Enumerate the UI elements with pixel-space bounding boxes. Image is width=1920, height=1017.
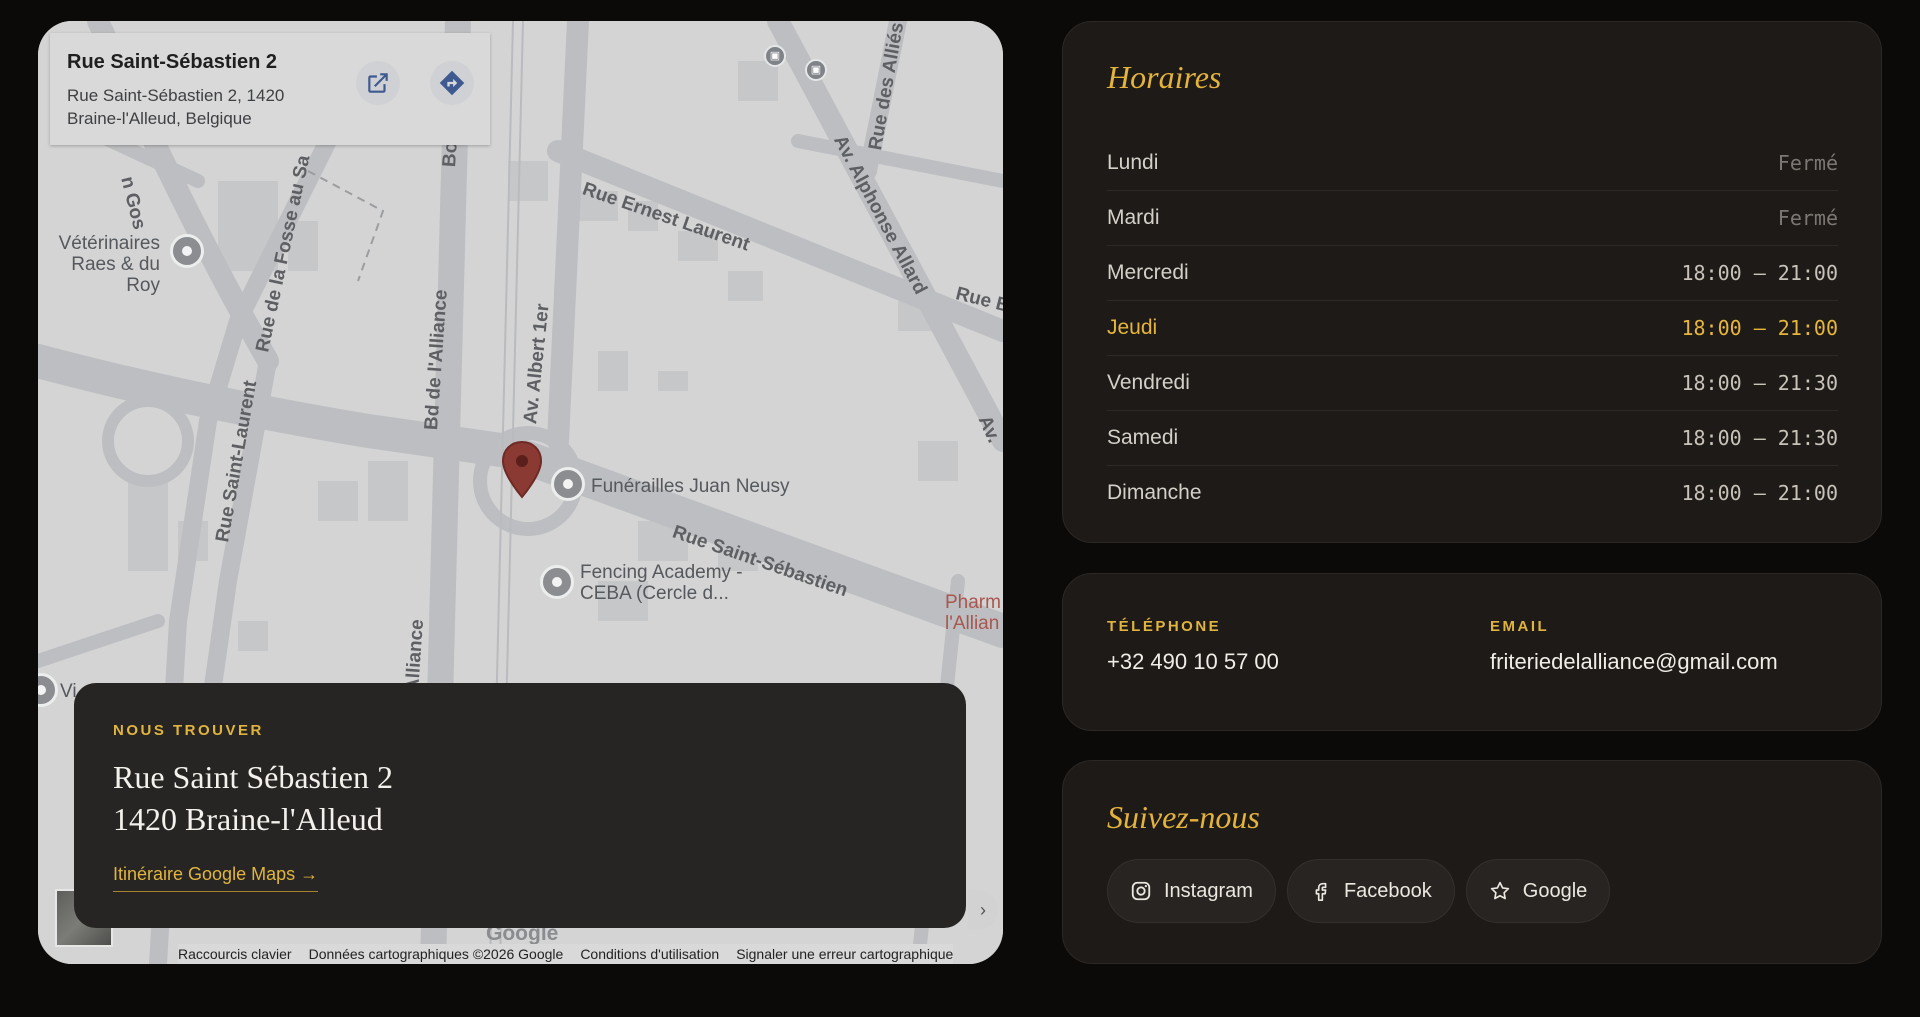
- terms-link[interactable]: Conditions d'utilisation: [580, 944, 719, 964]
- instagram-button[interactable]: Instagram: [1107, 859, 1276, 923]
- map-data-attribution: Données cartographiques ©2026 Google: [308, 946, 564, 962]
- find-us-card: NOUS TROUVER Rue Saint Sébastien 2 1420 …: [74, 683, 966, 928]
- hours-time: 18:00 — 21:30: [1681, 426, 1838, 450]
- hours-row: Jeudi 18:00 — 21:00: [1107, 301, 1838, 356]
- hours-row: Mardi Fermé: [1107, 191, 1838, 246]
- facebook-label: Facebook: [1343, 879, 1432, 902]
- instagram-icon: [1131, 881, 1151, 901]
- hours-row: Dimanche 18:00 — 21:00: [1107, 466, 1838, 520]
- google-label: Google: [1522, 879, 1588, 902]
- social-title: Suivez-nous: [1107, 799, 1260, 835]
- place-title: Rue Saint-Sébastien 2: [67, 51, 278, 73]
- email-block: EMAIL friteriedelalliance@gmail.com: [1490, 618, 1778, 675]
- open-in-maps-button[interactable]: [356, 61, 400, 105]
- poi-pharmacie-label[interactable]: Pharm l'Allian: [945, 592, 1001, 634]
- hours-day: Mercredi: [1107, 261, 1189, 284]
- hours-row: Lundi Fermé: [1107, 136, 1838, 191]
- poi-veterinaires-pin[interactable]: [170, 234, 204, 268]
- poi-funerailles-label[interactable]: Funérailles Juan Neusy: [591, 476, 790, 497]
- map-place-card: Rue Saint-Sébastien 2 Rue Saint-Sébastie…: [50, 33, 490, 145]
- poi-fencing-label[interactable]: Fencing Academy - CEBA (Cercle d...: [580, 562, 743, 604]
- find-us-address: Rue Saint Sébastien 2 1420 Braine-l'Alle…: [113, 756, 393, 840]
- email-label: EMAIL: [1490, 618, 1550, 635]
- hours-row: Mercredi 18:00 — 21:00: [1107, 246, 1838, 301]
- hours-day: Samedi: [1107, 426, 1179, 449]
- hours-day: Vendredi: [1107, 371, 1190, 394]
- hours-day: Jeudi: [1107, 316, 1158, 339]
- star-icon: [1490, 881, 1509, 900]
- facebook-icon: [1315, 882, 1327, 901]
- hours-time: 18:00 — 21:00: [1681, 261, 1838, 285]
- phone-number-link[interactable]: +32 490 10 57 00: [1107, 649, 1279, 675]
- find-us-kicker: NOUS TROUVER: [113, 722, 264, 739]
- hours-time: Fermé: [1777, 151, 1838, 175]
- hours-time: 18:00 — 21:30: [1681, 371, 1838, 395]
- map-attribution-bar: Raccourcis clavier Données cartographiqu…: [178, 944, 954, 964]
- find-us-address-line2: 1420 Braine-l'Alleud: [113, 801, 383, 837]
- keyboard-shortcuts-link[interactable]: Raccourcis clavier: [178, 944, 292, 964]
- hours-time: 18:00 — 21:00: [1681, 316, 1838, 340]
- hours-list: Lundi Fermé Mardi Fermé Mercredi 18:00 — 21:0…: [1107, 136, 1838, 520]
- facebook-button[interactable]: Facebook: [1286, 859, 1455, 923]
- bus-stop-icon[interactable]: ▣: [764, 45, 786, 67]
- find-us-address-line1: Rue Saint Sébastien 2: [113, 759, 393, 795]
- poi-funerailles-pin[interactable]: [551, 467, 585, 501]
- poi-fencing-pin[interactable]: [540, 565, 574, 599]
- hours-time: 18:00 — 21:00: [1681, 481, 1838, 505]
- hours-row: Vendredi 18:00 — 21:30: [1107, 356, 1838, 411]
- hours-card: Horaires Lundi Fermé Mardi Fermé Mercredi 18:…: [1062, 21, 1882, 543]
- social-card: Suivez-nous Instagram Facebook Google: [1062, 760, 1882, 964]
- hours-row: Samedi 18:00 — 21:30: [1107, 411, 1838, 466]
- social-buttons: Instagram Facebook Google: [1107, 859, 1611, 923]
- poi-veterinaires-label[interactable]: Vétérinaires Raes & du Roy: [38, 233, 160, 296]
- instagram-label: Instagram: [1164, 879, 1253, 902]
- contact-card: TÉLÉPHONE +32 490 10 57 00 EMAIL friteri…: [1062, 573, 1882, 731]
- email-link[interactable]: friteriedelalliance@gmail.com: [1490, 649, 1778, 675]
- map-embed[interactable]: Rue Ernest Laurent Av. Alphonse Allard R…: [38, 21, 1003, 964]
- phone-block: TÉLÉPHONE +32 490 10 57 00: [1107, 618, 1279, 675]
- hours-day: Dimanche: [1107, 481, 1202, 504]
- directions-button[interactable]: [430, 61, 474, 105]
- bus-stop-icon[interactable]: ▣: [805, 59, 827, 81]
- place-address: Rue Saint-Sébastien 2, 1420 Braine-l'All…: [67, 86, 285, 128]
- hours-day: Lundi: [1107, 151, 1159, 174]
- hours-day: Mardi: [1107, 206, 1160, 229]
- directions-icon: [439, 70, 465, 96]
- google-button[interactable]: Google: [1465, 859, 1611, 923]
- phone-label: TÉLÉPHONE: [1107, 618, 1222, 635]
- google-maps-directions-link[interactable]: Itinéraire Google Maps →: [113, 864, 319, 892]
- report-error-link[interactable]: Signaler une erreur cartographique: [736, 944, 953, 964]
- hours-title: Horaires: [1107, 59, 1222, 95]
- hours-time: Fermé: [1777, 206, 1838, 230]
- open-in-new-icon: [368, 73, 388, 93]
- location-marker-icon[interactable]: [501, 441, 543, 499]
